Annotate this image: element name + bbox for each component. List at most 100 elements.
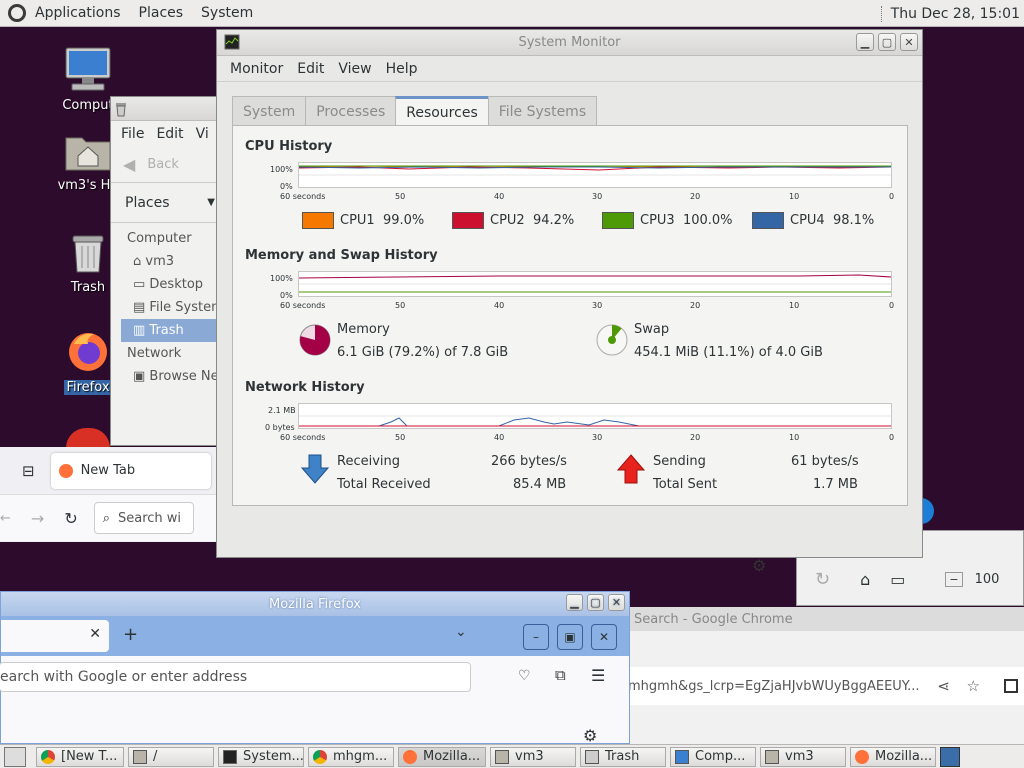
minimize-button[interactable]: ▁ [856,33,874,51]
network-x-label: 40 [494,433,505,442]
chrome-omnibox[interactable]: mhgmh&gs_lcrp=EgZjaHJvbWUyBggAEEUY... ⋖ … [620,667,1024,705]
clock-text: Thu Dec 28, 15:01 [890,5,1020,22]
computer-icon [65,47,111,91]
tab-new-tab[interactable]: New Tab [50,452,211,489]
cpu-x-label: 50 [395,192,406,201]
cpu3-color-swatch[interactable] [602,212,634,229]
computer-icon[interactable]: ▭ [890,570,905,589]
taskbar-item-firefox-2[interactable]: Mozilla... [850,746,936,767]
reload-icon[interactable]: ↻ [64,509,77,528]
home-folder-icon[interactable]: ⌂ [860,570,870,589]
firefox-maximize-button[interactable]: ▣ [557,624,583,650]
menu-help[interactable]: Help [379,61,425,77]
firefox-close-button[interactable]: ✕ [591,624,617,650]
home-folder-icon [765,749,779,764]
memory-label: Memory [337,322,390,337]
system-monitor-tabs: System Processes Resources File Systems [232,96,598,127]
taskbar-label: / [153,749,158,764]
system-monitor-titlebar[interactable]: System Monitor ▁ ▢ ✕ [217,30,922,56]
gear-icon[interactable]: ⚙ [583,726,597,745]
list-all-tabs-icon[interactable]: ⌄ [455,624,467,640]
chrome-titlebar[interactable]: Search - Google Chrome [620,607,1024,631]
taskbar-item-root-folder[interactable]: / [128,746,214,767]
sidebar-item-desktop[interactable]: ▭ Desktop [127,273,219,296]
upload-arrow-icon[interactable] [616,454,646,484]
back-label: Back [147,157,179,172]
cpu2-color-swatch[interactable] [452,212,484,229]
clock[interactable]: Thu Dec 28, 15:01 [881,0,1020,27]
reload-icon[interactable]: ↻ [815,569,830,590]
menu-edit[interactable]: Edit [290,61,331,77]
taskbar-item-vm3[interactable]: vm3 [490,746,576,767]
taskbar-label: System... [243,749,304,764]
network-x-label: 0 [889,433,895,442]
sidebar-item-filesystem[interactable]: ▤ File System [127,296,224,319]
side-panel-icon[interactable] [1004,679,1018,693]
forward-icon[interactable]: → [31,509,44,528]
system-monitor-icon [223,749,237,764]
tab-active[interactable]: ✕ [1,620,109,652]
back-button[interactable]: ◀ Back [111,147,219,183]
menu-monitor[interactable]: Monitor [223,61,290,77]
memory-pie-icon[interactable] [299,324,331,356]
taskbar-item-system-monitor[interactable]: System... [218,746,304,767]
close-button[interactable]: ✕ [900,33,918,51]
sidebar-item-trash[interactable]: ▥ Trash [121,319,219,342]
search-input[interactable]: ⌕ Search wi [93,502,194,534]
places-dropdown[interactable]: Places ▼ [111,183,219,223]
trash-icon: ▥ [133,323,150,338]
hamburger-menu-icon[interactable]: ☰ [591,666,605,685]
gnome-logo-icon[interactable] [8,4,26,22]
address-bar[interactable]: earch with Google or enter address [0,662,471,692]
maximize-button[interactable]: ▢ [587,594,604,611]
taskbar-item-new-tab[interactable]: [New T... [36,746,124,767]
tab-close-icon[interactable]: ✕ [89,626,101,642]
firefox-titlebar[interactable]: Mozilla Firefox ▁ ▢ ✕ [1,592,629,616]
pocket-icon[interactable]: ♡ [518,668,531,684]
tab-resources[interactable]: Resources [395,96,489,127]
firefox-icon [403,749,417,764]
zoom-out-icon[interactable]: − [945,571,963,587]
tab-processes[interactable]: Processes [305,96,397,126]
memory-x-label: 60 seconds [280,301,326,310]
taskbar-item-trash[interactable]: Trash [580,746,666,767]
cpu4-color-swatch[interactable] [752,212,784,229]
bookmark-star-icon[interactable]: ☆ [967,677,980,695]
taskbar-item-firefox-active[interactable]: Mozilla... [398,746,486,767]
tab-system[interactable]: System [232,96,307,126]
system-menu[interactable]: System [192,5,262,21]
taskbar-label: vm3 [785,749,814,764]
show-desktop-button[interactable] [4,746,26,767]
file-manager-titlebar[interactable] [111,97,219,121]
share-icon[interactable]: ⋖ [937,677,950,695]
places-menu[interactable]: Places [130,5,193,21]
workspace-switcher[interactable] [940,746,960,767]
minimize-button[interactable]: ▁ [566,594,583,611]
taskbar-label: [New T... [61,749,118,764]
taskbar-item-vm3-2[interactable]: vm3 [760,746,846,767]
menu-file[interactable]: File [115,126,150,142]
maximize-button[interactable]: ▢ [878,33,896,51]
firefox-minimize-button[interactable]: – [523,624,549,650]
network-x-label: 60 seconds [280,433,326,442]
taskbar-label: Trash [605,749,640,764]
taskbar-item-computer[interactable]: Comp... [670,746,756,767]
menu-view[interactable]: View [331,61,378,77]
memory-x-label: 20 [690,301,701,310]
menu-edit[interactable]: Edit [150,126,189,142]
cpu1-color-swatch[interactable] [302,212,334,229]
tab-file-systems[interactable]: File Systems [487,96,598,126]
tab-list-icon[interactable]: ⊟ [22,462,35,480]
download-arrow-icon[interactable] [300,454,330,484]
sidebar-item-browse-network[interactable]: ▣ Browse Ne [127,365,219,388]
new-tab-icon[interactable]: + [123,624,138,645]
applications-menu[interactable]: Applications [26,5,130,21]
swap-pie-icon[interactable] [596,324,628,356]
close-button[interactable]: ✕ [608,594,625,611]
extensions-icon[interactable]: ⧉ [555,666,566,684]
taskbar-item-chrome[interactable]: mhgm... [308,746,394,767]
sidebar-item-vm3[interactable]: ⌂ vm3 [127,250,219,273]
back-icon[interactable]: ← [0,511,11,526]
gear-icon[interactable]: ⚙ [752,556,766,575]
menu-view[interactable]: Vi [190,126,215,142]
